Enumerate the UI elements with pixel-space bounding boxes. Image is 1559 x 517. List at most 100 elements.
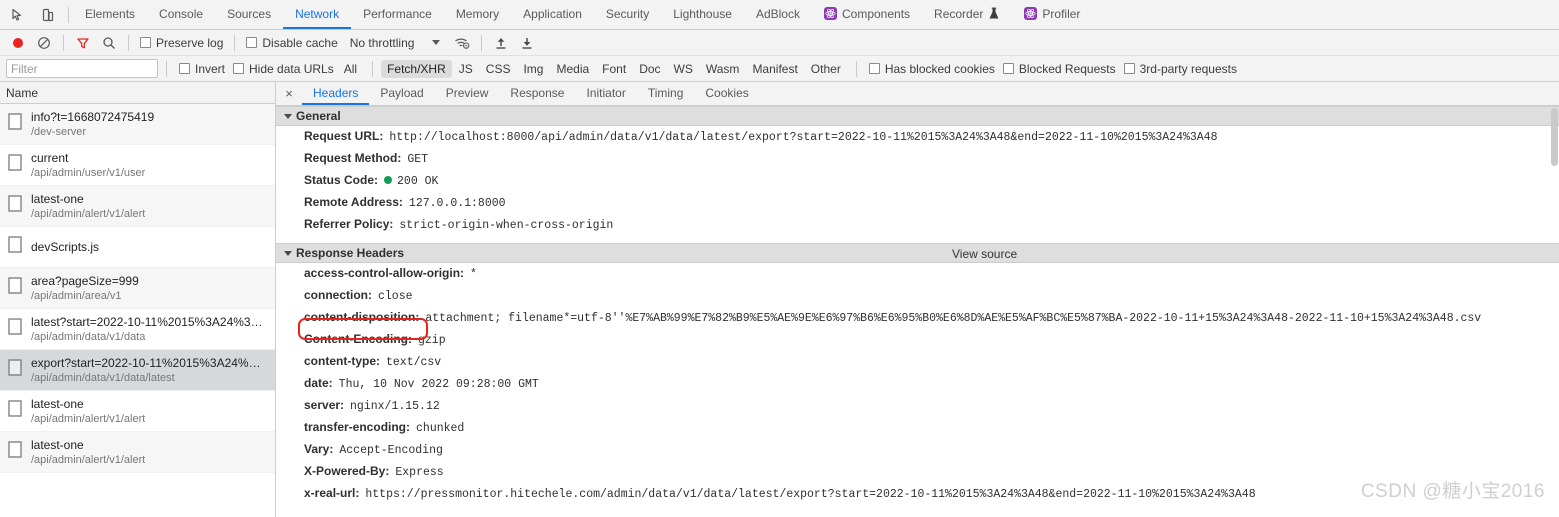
table-row[interactable]: area?pageSize=999 /api/admin/area/v1 <box>0 268 275 309</box>
tab-preview[interactable]: Preview <box>435 82 500 105</box>
invert-checkbox[interactable]: Invert <box>175 62 229 76</box>
tab-response[interactable]: Response <box>499 82 575 105</box>
checkbox-box <box>233 63 245 74</box>
tab-headers[interactable]: Headers <box>302 82 370 105</box>
filter-type-all[interactable]: All <box>338 60 363 78</box>
tab-label: Memory <box>455 6 500 21</box>
vertical-scrollbar[interactable] <box>1550 106 1559 517</box>
tab-sources[interactable]: Sources <box>215 0 283 29</box>
header-key: X-Powered-By: <box>304 464 390 478</box>
tab-label: Components <box>841 6 911 21</box>
header-value: https://pressmonitor.hitechele.com/admin… <box>365 488 1256 501</box>
tab-label: Console <box>159 6 204 21</box>
status-badge <box>384 175 393 184</box>
header-row-request-method: Request Method: GET <box>276 148 1559 170</box>
record-icon[interactable] <box>6 32 30 54</box>
preserve-log-checkbox[interactable]: Preserve log <box>136 36 227 50</box>
search-icon[interactable] <box>97 32 121 54</box>
request-name: info?t=1668072475419 <box>31 109 155 124</box>
request-name: devScripts.js <box>31 239 100 254</box>
chevron-down-icon[interactable] <box>432 40 441 45</box>
request-path: /api/admin/alert/v1/alert <box>31 453 146 466</box>
filter-type-css[interactable]: CSS <box>480 60 517 78</box>
filter-input[interactable] <box>6 59 158 78</box>
filter-icon[interactable] <box>71 32 95 54</box>
filter-type-manifest[interactable]: Manifest <box>746 60 803 78</box>
toolbar-divider <box>481 34 483 51</box>
filter-type-img[interactable]: Img <box>517 60 549 78</box>
blocked-requests-checkbox[interactable]: Blocked Requests <box>999 62 1120 76</box>
network-filter-bar: Invert Hide data URLs All Fetch/XHR JS C… <box>0 56 1559 82</box>
response-headers-section-header[interactable]: Response Headers View source <box>276 243 1559 263</box>
filter-type-doc[interactable]: Doc <box>633 60 666 78</box>
filter-type-wasm[interactable]: Wasm <box>700 60 746 78</box>
request-name: current <box>31 150 69 165</box>
header-key: content-disposition: <box>304 310 420 324</box>
tab-console[interactable]: Console <box>147 0 215 29</box>
disable-cache-checkbox[interactable]: Disable cache <box>242 36 341 50</box>
tab-memory[interactable]: Memory <box>444 0 511 29</box>
document-icon <box>8 113 22 135</box>
devtools-tool-icons <box>0 0 64 29</box>
table-row[interactable]: current /api/admin/user/v1/user <box>0 145 275 186</box>
has-blocked-cookies-checkbox[interactable]: Has blocked cookies <box>865 62 999 76</box>
tab-application[interactable]: Application <box>511 0 594 29</box>
download-arrow-icon[interactable] <box>515 32 539 54</box>
tab-label: AdBlock <box>755 6 800 21</box>
table-row[interactable]: latest-one /api/admin/alert/v1/alert <box>0 186 275 227</box>
close-icon[interactable]: × <box>276 82 302 105</box>
row-text: current /api/admin/user/v1/user <box>31 151 145 180</box>
table-row[interactable]: latest-one /api/admin/alert/v1/alert <box>0 432 275 473</box>
row-text: devScripts.js <box>31 240 99 255</box>
chevron-down-icon[interactable] <box>284 113 292 119</box>
table-row[interactable]: latest-one /api/admin/alert/v1/alert <box>0 391 275 432</box>
view-source-link[interactable]: View source <box>952 244 1017 264</box>
devtools-tabbar: Elements Console Sources Network Perform… <box>0 0 1559 30</box>
tab-performance[interactable]: Performance <box>351 0 444 29</box>
tab-components[interactable]: Components <box>812 0 922 29</box>
row-text: latest?start=2022-10-11%2015%3A24%3… /ap… <box>31 315 263 344</box>
tab-timing[interactable]: Timing <box>637 82 695 105</box>
tab-network[interactable]: Network <box>283 0 352 29</box>
filter-type-fetch-xhr[interactable]: Fetch/XHR <box>381 59 452 78</box>
tab-label: Network <box>295 6 340 21</box>
table-row[interactable]: devScripts.js <box>0 227 275 268</box>
filter-type-other[interactable]: Other <box>805 60 847 78</box>
tab-cookies[interactable]: Cookies <box>694 82 759 105</box>
device-toolbar-icon[interactable] <box>36 3 60 27</box>
scrollbar-thumb[interactable] <box>1551 108 1558 166</box>
tab-security[interactable]: Security <box>594 0 661 29</box>
tab-payload[interactable]: Payload <box>369 82 434 105</box>
request-path: /api/admin/user/v1/user <box>31 166 146 179</box>
row-text: latest-one /api/admin/alert/v1/alert <box>31 397 145 426</box>
network-toolbar: Preserve log Disable cache No throttling <box>0 30 1559 56</box>
filter-type-js[interactable]: JS <box>453 60 479 78</box>
third-party-requests-checkbox[interactable]: 3rd-party requests <box>1120 62 1241 76</box>
document-icon <box>8 400 22 422</box>
clear-icon[interactable] <box>32 32 56 54</box>
tab-lighthouse[interactable]: Lighthouse <box>661 0 744 29</box>
tab-initiator[interactable]: Initiator <box>575 82 636 105</box>
filter-type-media[interactable]: Media <box>550 60 595 78</box>
header-key: Request Method: <box>304 151 402 165</box>
table-row[interactable]: latest?start=2022-10-11%2015%3A24%3… /ap… <box>0 309 275 350</box>
inspect-element-icon[interactable] <box>6 3 30 27</box>
throttling-select-value[interactable]: No throttling <box>344 36 417 50</box>
tab-adblock[interactable]: AdBlock <box>744 0 812 29</box>
network-conditions-icon[interactable] <box>450 32 474 54</box>
tab-profiler[interactable]: Profiler <box>1012 0 1092 29</box>
tab-recorder[interactable]: Recorder <box>922 0 1012 29</box>
hide-data-urls-checkbox[interactable]: Hide data URLs <box>229 62 338 76</box>
chevron-down-icon[interactable] <box>284 250 292 256</box>
general-section-header[interactable]: General <box>276 106 1559 126</box>
network-body: Name info?t=1668072475419 /dev-server cu… <box>0 82 1559 517</box>
row-text: latest-one /api/admin/alert/v1/alert <box>31 438 145 467</box>
tab-elements[interactable]: Elements <box>73 0 147 29</box>
upload-arrow-icon[interactable] <box>489 32 513 54</box>
filter-type-ws[interactable]: WS <box>668 60 699 78</box>
document-icon <box>8 236 22 258</box>
filter-type-font[interactable]: Font <box>596 60 632 78</box>
table-row[interactable]: info?t=1668072475419 /dev-server <box>0 104 275 145</box>
table-row-selected[interactable]: export?start=2022-10-11%2015%3A24%… /api… <box>0 350 275 391</box>
request-list-rows: info?t=1668072475419 /dev-server current… <box>0 104 275 517</box>
